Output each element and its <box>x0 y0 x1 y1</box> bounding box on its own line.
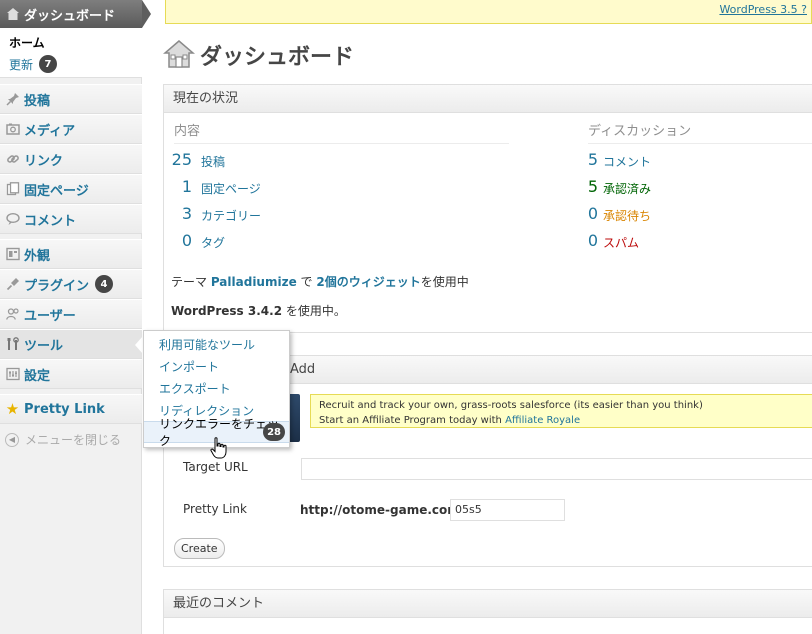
sidebar-item-media[interactable]: メディア <box>0 114 142 144</box>
submenu-home[interactable]: ホーム <box>9 34 45 51</box>
wordpress-version-link[interactable]: WordPress 3.5 ? <box>719 3 807 16</box>
sidebar-item-label: ダッシュボード <box>24 8 116 24</box>
create-button[interactable]: Create <box>174 538 225 559</box>
box-title[interactable]: 現在の状況 <box>164 85 812 113</box>
update-count-badge: 7 <box>39 55 58 73</box>
theme-info: テーマ Palladiumize で 2個のウィジェットを使用中 <box>171 273 469 290</box>
discussion-heading: ディスカッション <box>588 124 692 139</box>
comments-count[interactable]: 5 <box>576 150 598 169</box>
collapse-arrow-icon: ◀ <box>5 432 19 447</box>
dashboard-icon <box>6 7 20 21</box>
wp-version: WordPress 3.4.2 <box>171 304 283 318</box>
content-heading: 内容 <box>174 124 201 139</box>
pending-label[interactable]: 承認待ち <box>603 207 651 224</box>
appearance-icon <box>5 247 20 262</box>
box-title[interactable]: 最近のコメント <box>164 590 812 618</box>
collapse-menu-button[interactable]: ◀ メニューを閉じる <box>5 431 121 448</box>
flyout-item-import[interactable]: インポート <box>144 355 289 377</box>
tags-count[interactable]: 0 <box>170 231 192 250</box>
comments-label[interactable]: コメント <box>603 153 651 170</box>
sidebar-item-comments[interactable]: コメント <box>0 204 142 234</box>
sidebar-item-label: リンク <box>24 153 64 169</box>
wp-suffix: を使用中。 <box>282 304 346 318</box>
recent-comments-box: 最近のコメント <box>163 589 812 634</box>
categories-count[interactable]: 3 <box>170 204 192 223</box>
sidebar-item-users[interactable]: ユーザー <box>0 299 142 329</box>
link-icon <box>5 152 20 167</box>
tools-flyout-menu: 利用可能なツール インポート エクスポート リディレクション リンクエラーをチェ… <box>143 330 290 448</box>
sidebar-item-dashboard[interactable]: ダッシュボード <box>0 0 151 28</box>
categories-label[interactable]: カテゴリー <box>201 207 261 224</box>
banner-line-2: Start an Affiliate Program today with <box>319 415 506 426</box>
pending-count[interactable]: 0 <box>576 204 598 223</box>
plugins-count-badge: 4 <box>95 275 114 293</box>
affiliate-banner: Recruit and track your own, grass-roots … <box>310 394 812 428</box>
dashboard-home-icon <box>162 38 196 70</box>
sidebar-item-label: ツール <box>24 338 64 354</box>
collapse-label: メニューを閉じる <box>25 433 122 447</box>
affiliate-royale-link[interactable]: Affiliate Royale <box>505 415 580 426</box>
widgets-link[interactable]: 2個のウィジェット <box>316 275 420 289</box>
banner-line-1: Recruit and track your own, grass-roots … <box>319 400 703 411</box>
posts-count[interactable]: 25 <box>170 150 192 169</box>
settings-icon <box>5 367 20 382</box>
wordpress-version-info: WordPress 3.4.2 を使用中。 <box>171 302 346 319</box>
approved-count[interactable]: 5 <box>576 177 598 196</box>
update-nag: WordPress 3.5 ? <box>165 0 812 24</box>
sidebar-item-label: 設定 <box>24 368 51 384</box>
pages-label[interactable]: 固定ページ <box>201 180 261 197</box>
site-host-text: http://otome-game.com/ <box>300 503 465 517</box>
sidebar-item-label: 固定ページ <box>24 183 89 199</box>
discussion-divider <box>588 143 812 144</box>
spam-count[interactable]: 0 <box>576 231 598 250</box>
plugin-icon <box>5 277 20 292</box>
hand-cursor-icon <box>210 437 228 459</box>
pin-icon <box>5 92 20 107</box>
sidebar-item-label: メディア <box>24 123 76 139</box>
theme-mid: で <box>296 275 317 289</box>
right-now-box: 現在の状況 内容 ディスカッション 25 投稿 1 固定ページ 3 カテゴリー … <box>163 84 812 333</box>
pretty-link-label: Pretty Link <box>183 502 247 516</box>
tools-icon <box>5 337 20 352</box>
theme-name-link[interactable]: Palladiumize <box>211 275 297 289</box>
approved-label[interactable]: 承認済み <box>603 180 651 197</box>
sidebar-item-links[interactable]: リンク <box>0 144 142 174</box>
spam-label[interactable]: スパム <box>603 234 639 251</box>
star-icon: ★ <box>5 400 20 418</box>
submenu-update[interactable]: 更新 7 <box>9 55 58 73</box>
update-label: 更新 <box>9 57 34 72</box>
sidebar-item-label: 投稿 <box>24 93 51 109</box>
slug-input[interactable]: 05s5 <box>450 499 565 521</box>
users-icon <box>5 307 20 322</box>
sidebar-item-pages[interactable]: 固定ページ <box>0 174 142 204</box>
dashboard-submenu: ホーム 更新 7 <box>0 28 142 78</box>
flyout-item-export[interactable]: エクスポート <box>144 377 289 399</box>
sidebar-item-tools[interactable]: ツール <box>0 329 143 359</box>
target-url-input[interactable] <box>301 458 812 480</box>
posts-label[interactable]: 投稿 <box>201 153 225 170</box>
sidebar-item-posts[interactable]: 投稿 <box>0 84 142 114</box>
page-title: ダッシュボード <box>200 45 355 70</box>
theme-suffix: を使用中 <box>420 275 469 289</box>
sidebar-item-label: プラグイン <box>24 278 90 294</box>
sidebar-item-pretty-link[interactable]: ★ Pretty Link <box>0 394 142 424</box>
flyout-item-available-tools[interactable]: 利用可能なツール <box>144 333 289 355</box>
theme-prefix: テーマ <box>171 275 211 289</box>
sidebar-item-label: ユーザー <box>24 308 76 324</box>
content-divider <box>174 143 509 144</box>
media-icon <box>5 122 20 137</box>
sidebar-item-label: Pretty Link <box>24 401 105 417</box>
sidebar-item-label: コメント <box>24 213 77 229</box>
admin-sidebar: ダッシュボード ホーム 更新 7 投稿 メディア リンク 固定ページ コメント … <box>0 0 151 634</box>
broken-links-count-badge: 28 <box>263 423 285 441</box>
comment-icon <box>5 212 20 227</box>
tags-label[interactable]: タグ <box>201 234 225 251</box>
target-url-label: Target URL <box>183 460 248 474</box>
pages-icon <box>5 182 20 197</box>
sidebar-item-plugins[interactable]: プラグイン 4 <box>0 269 142 299</box>
sidebar-item-settings[interactable]: 設定 <box>0 359 142 389</box>
pages-count[interactable]: 1 <box>170 177 192 196</box>
sidebar-item-label: 外観 <box>24 248 51 264</box>
sidebar-item-appearance[interactable]: 外観 <box>0 239 142 269</box>
